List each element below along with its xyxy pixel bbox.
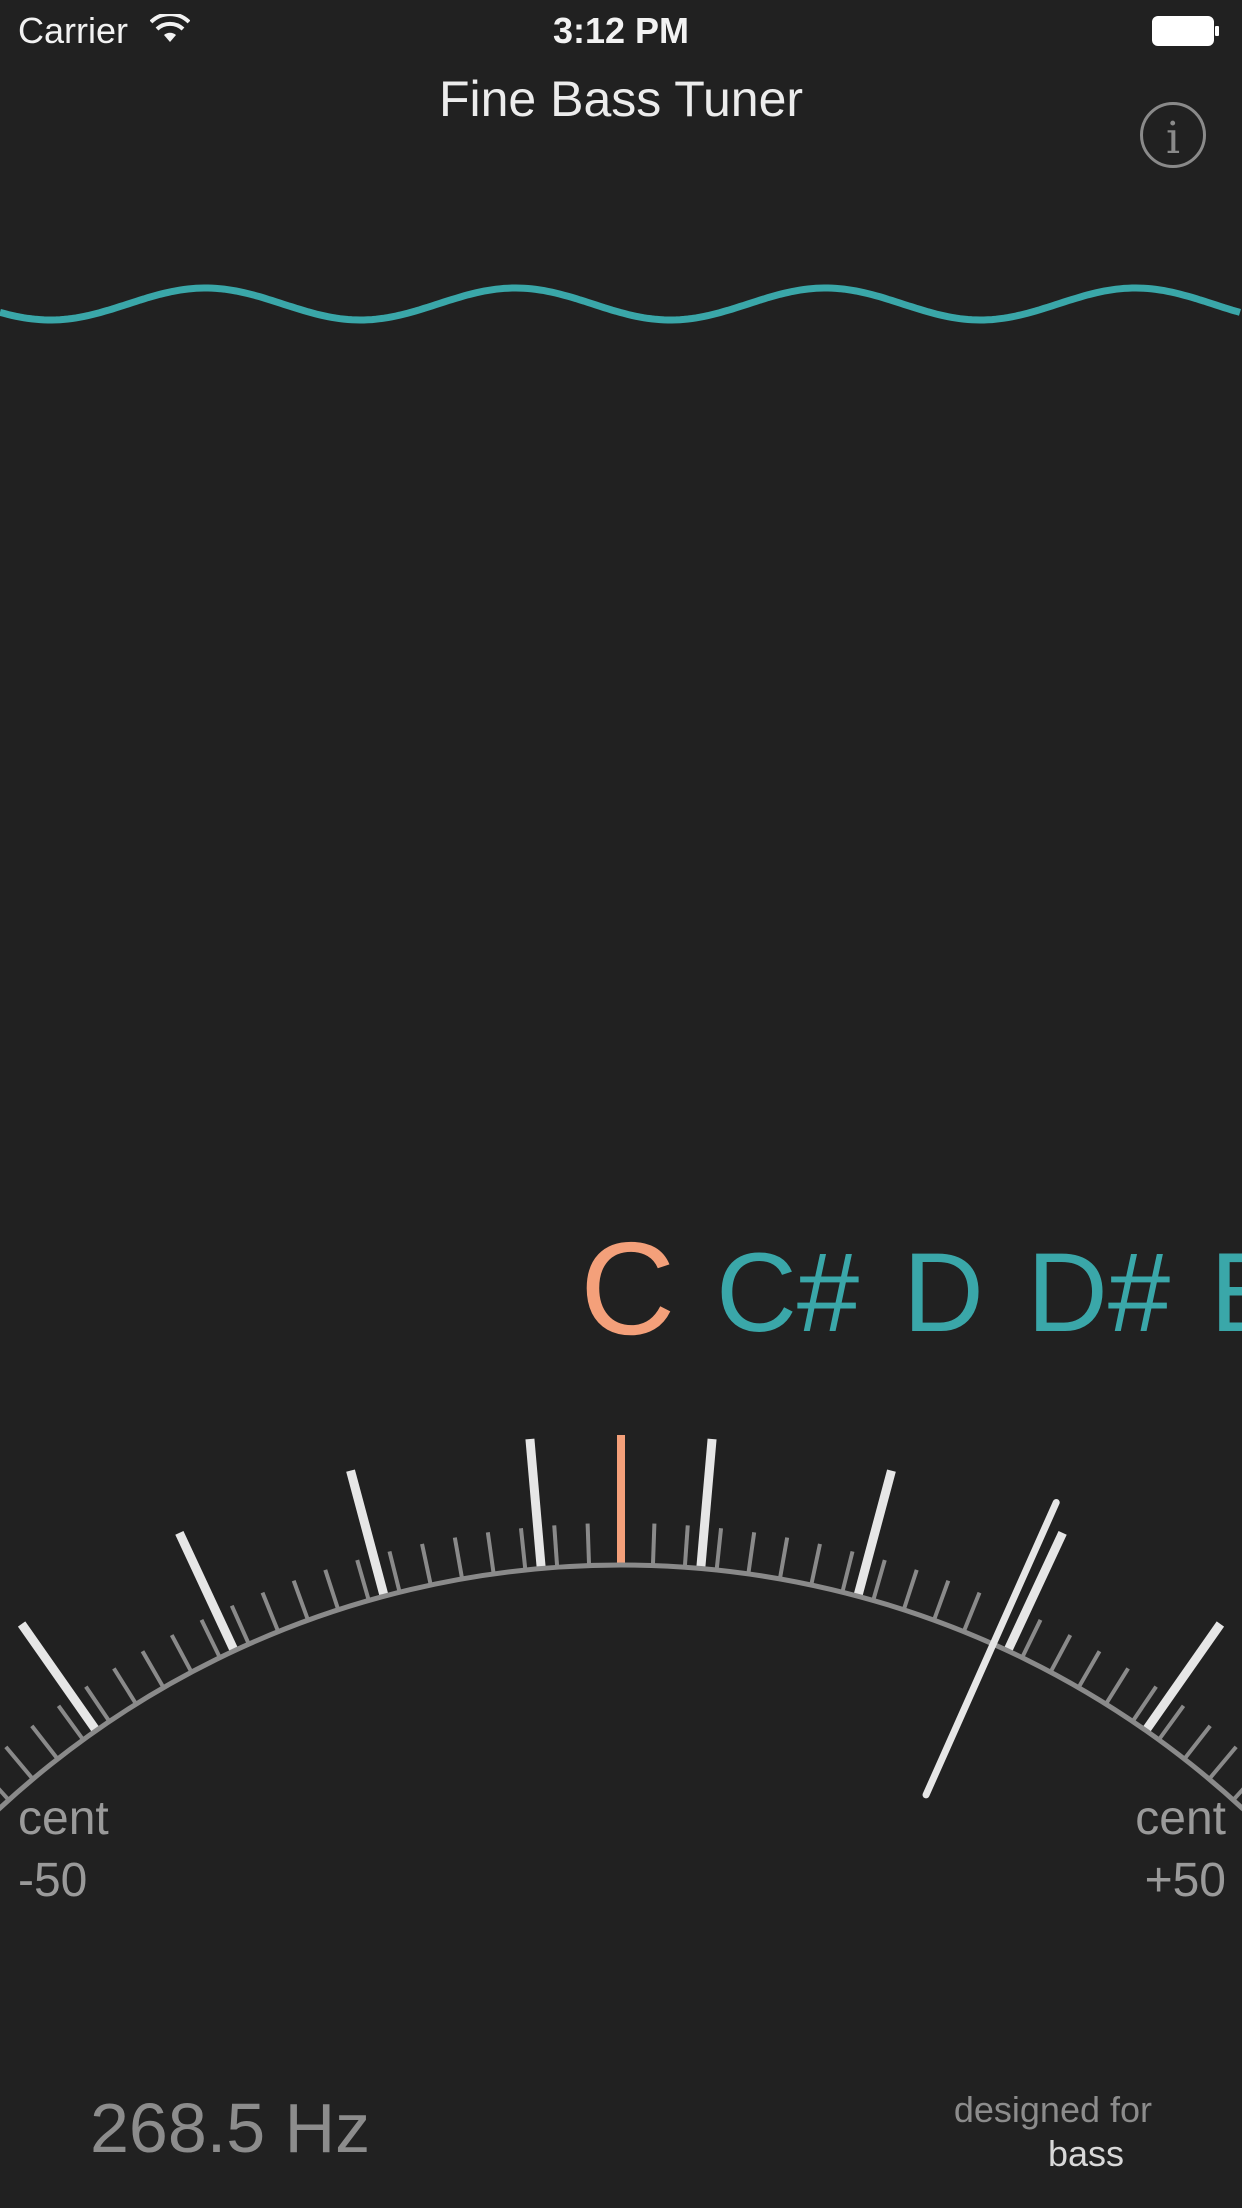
minor-tick xyxy=(1076,1650,1102,1689)
note-c-sharp: C# xyxy=(716,1230,860,1355)
minor-tick xyxy=(650,1523,657,1566)
info-button[interactable]: i xyxy=(1140,102,1206,168)
waveform-line xyxy=(0,284,1242,324)
cent-max-label: cent +50 xyxy=(1100,1788,1226,1912)
minor-tick xyxy=(452,1537,465,1580)
minor-tick xyxy=(387,1550,402,1593)
minor-tick xyxy=(112,1667,138,1706)
minor-tick xyxy=(1182,1724,1212,1761)
cent-min-value: -50 xyxy=(18,1854,88,1907)
minor-tick xyxy=(777,1537,790,1580)
major-tick xyxy=(17,1621,100,1734)
minor-tick xyxy=(1207,1745,1238,1781)
cent-meter xyxy=(0,1435,1242,1812)
minor-tick xyxy=(1231,1787,1242,1802)
minor-tick xyxy=(746,1532,757,1575)
battery-icon xyxy=(1152,16,1219,46)
major-tick xyxy=(853,1469,896,1598)
minor-tick xyxy=(30,1724,60,1761)
major-tick xyxy=(346,1469,389,1598)
cent-max-value: +50 xyxy=(1144,1854,1226,1907)
cent-min-label: cent -50 xyxy=(18,1788,109,1912)
minor-tick xyxy=(0,1787,11,1802)
major-tick xyxy=(525,1438,546,1569)
note-d: D xyxy=(903,1230,984,1355)
minor-tick xyxy=(420,1543,433,1586)
minor-tick xyxy=(809,1543,822,1586)
minor-tick xyxy=(260,1591,281,1633)
minor-tick xyxy=(585,1523,592,1566)
minor-tick xyxy=(840,1550,855,1593)
status-time: 3:12 PM xyxy=(552,10,690,51)
info-icon: i xyxy=(1165,113,1181,164)
minor-tick xyxy=(4,1745,35,1781)
current-note: C xyxy=(580,1215,676,1362)
minor-tick xyxy=(714,1528,724,1571)
minor-tick xyxy=(682,1525,690,1568)
designed-for-label: designed for xyxy=(953,2089,1152,2130)
instrument-label: bass xyxy=(1047,2133,1124,2174)
note-strip: C C# D D# E xyxy=(0,1223,1242,1358)
minor-tick xyxy=(169,1634,194,1674)
minor-tick xyxy=(140,1650,166,1689)
minor-tick xyxy=(1104,1667,1130,1706)
minor-tick xyxy=(961,1591,982,1633)
cent-min-unit: cent xyxy=(18,1792,109,1845)
minor-tick xyxy=(199,1618,222,1659)
meter-arc xyxy=(0,1562,1242,1812)
status-bar: Carrier 3:12 PM xyxy=(0,0,1242,60)
cent-max-unit: cent xyxy=(1135,1792,1226,1845)
minor-tick xyxy=(932,1580,951,1621)
meter-needle xyxy=(922,1499,1060,1799)
minor-tick xyxy=(1048,1634,1073,1674)
waveform xyxy=(0,284,1242,324)
note-e: E xyxy=(1210,1228,1242,1358)
minor-tick xyxy=(485,1532,496,1575)
minor-tick xyxy=(552,1525,560,1568)
minor-tick xyxy=(1020,1618,1043,1659)
minor-tick xyxy=(871,1559,887,1601)
designed-for-badge: designed for bass xyxy=(900,2088,1152,2176)
minor-tick xyxy=(355,1559,371,1601)
minor-tick xyxy=(229,1604,251,1645)
app-title: Fine Bass Tuner xyxy=(438,71,804,127)
minor-tick xyxy=(323,1569,341,1611)
minor-tick xyxy=(518,1528,528,1571)
frequency-readout: 268.5 Hz xyxy=(90,2089,371,2167)
major-tick xyxy=(1142,1621,1225,1734)
major-tick xyxy=(696,1438,717,1569)
minor-tick xyxy=(901,1569,919,1611)
note-d-sharp: D# xyxy=(1027,1230,1171,1355)
minor-tick xyxy=(291,1580,310,1621)
